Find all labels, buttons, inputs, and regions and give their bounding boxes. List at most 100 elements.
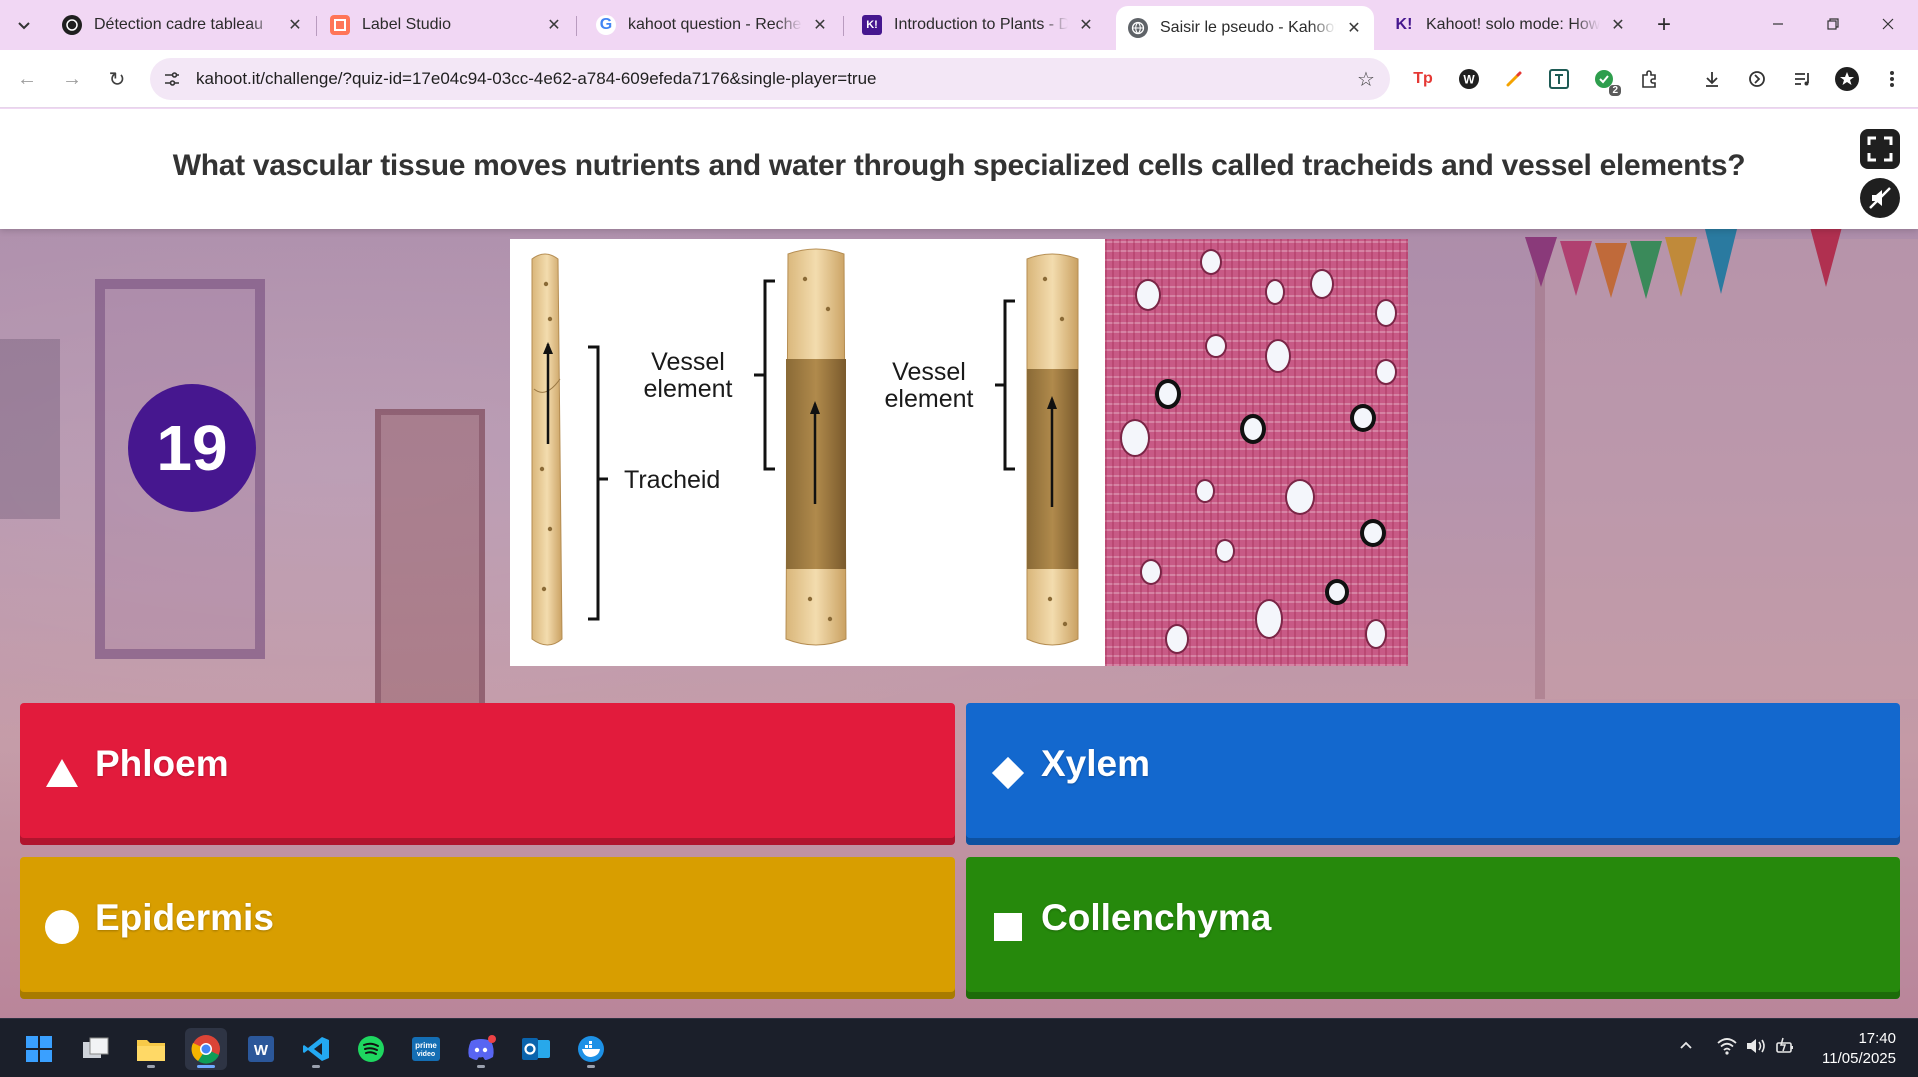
pore (1135, 279, 1161, 311)
pore (1195, 479, 1215, 503)
close-window-button[interactable] (1866, 6, 1910, 42)
tab-separator (316, 16, 317, 36)
back-button[interactable]: ← (12, 64, 42, 94)
prime-video-icon[interactable]: prime video (405, 1028, 447, 1070)
outlook-icon[interactable] (515, 1028, 557, 1070)
system-clock[interactable]: 17:40 11/05/2025 (1822, 1029, 1896, 1069)
question-number-badge: 19 (128, 384, 256, 512)
discord-icon[interactable] (460, 1028, 502, 1070)
clock-time: 17:40 (1858, 1030, 1896, 1047)
close-icon[interactable]: ✕ (810, 15, 830, 35)
windows-taskbar: W prime video 17:40 11/05/2025 (0, 1018, 1918, 1077)
answer-label: Phloem (95, 743, 229, 784)
kahoot-icon: K! (1395, 16, 1413, 33)
tab-separator (843, 16, 844, 36)
bunting-flag (1705, 229, 1737, 294)
minimize-button[interactable] (1756, 6, 1800, 42)
question-image: Tracheid Vessel element Vessel element (510, 239, 1408, 666)
openai-icon (62, 15, 82, 35)
download-icon[interactable] (1697, 64, 1727, 94)
url-text[interactable]: kahoot.it/challenge/?quiz-id=17e04c94-03… (196, 69, 877, 89)
show-hidden-icons-chevron-icon[interactable] (1678, 1037, 1694, 1058)
spotify-icon[interactable] (350, 1028, 392, 1070)
windows-start-icon[interactable] (18, 1028, 60, 1070)
close-icon[interactable]: ✕ (1608, 15, 1628, 35)
color-picker-extension-icon[interactable] (1499, 64, 1529, 94)
chrome-icon[interactable] (185, 1028, 227, 1070)
restore-button[interactable] (1811, 6, 1855, 42)
tab-intro-plants[interactable]: K! Introduction to Plants - Dé ✕ (850, 8, 1106, 42)
xylem-cells-diagram (531, 248, 1079, 646)
battery-charging-icon[interactable] (1775, 1037, 1797, 1060)
running-indicator (197, 1065, 215, 1068)
close-icon[interactable]: ✕ (1344, 18, 1364, 38)
bunting-flag (1525, 237, 1557, 287)
address-bar[interactable]: kahoot.it/challenge/?quiz-id=17e04c94-03… (150, 58, 1390, 100)
tab-search-button[interactable] (10, 11, 38, 39)
reload-button[interactable]: ↻ (102, 64, 132, 94)
diamond-icon (990, 755, 1026, 791)
pore (1375, 359, 1397, 385)
task-view-icon[interactable] (75, 1028, 117, 1070)
site-info-icon[interactable] (160, 67, 184, 91)
sound-muted-icon (1869, 187, 1891, 209)
close-icon[interactable]: ✕ (544, 15, 564, 35)
tab-separator (576, 16, 577, 36)
plus-icon: + (1656, 11, 1671, 38)
google-icon: G (596, 15, 616, 35)
forward-button[interactable]: → (57, 64, 87, 94)
pore (1240, 414, 1266, 444)
svg-text:W: W (254, 1042, 269, 1059)
more-menu-icon[interactable] (1877, 64, 1907, 94)
vessel-element-label: Vessel element (884, 358, 974, 413)
answer-collenchyma-button[interactable]: Collenchyma (966, 857, 1900, 999)
new-tab-button[interactable]: + (1650, 11, 1678, 39)
tab-google-search[interactable]: G kahoot question - Recherche ✕ (584, 8, 840, 42)
close-icon (1882, 18, 1894, 30)
performance-icon[interactable] (1742, 64, 1772, 94)
answer-label: Collenchyma (1041, 897, 1272, 938)
restore-icon (1827, 18, 1839, 30)
tab-label-studio[interactable]: Label Studio ✕ (318, 8, 574, 42)
background-board (0, 339, 60, 519)
label-studio-icon (330, 15, 350, 35)
tab-title: kahoot question - Recherche (628, 16, 802, 33)
mute-button[interactable] (1860, 178, 1900, 218)
docker-icon[interactable] (570, 1028, 612, 1070)
arrow-left-icon: ← (17, 67, 37, 90)
square-icon (990, 909, 1026, 945)
tab-title: Saisir le pseudo - Kahoot! (1160, 19, 1336, 36)
file-explorer-icon[interactable] (130, 1028, 172, 1070)
fullscreen-button[interactable] (1860, 129, 1900, 169)
tab-detection-cadre[interactable]: Détection cadre tableau ✕ (50, 8, 315, 42)
tab-saisir-pseudo[interactable]: Saisir le pseudo - Kahoot! ✕ (1116, 6, 1374, 50)
wifi-icon[interactable] (1716, 1037, 1738, 1060)
text-extension-icon[interactable] (1544, 64, 1574, 94)
tracheid-label: Tracheid (624, 466, 721, 494)
pore (1310, 269, 1334, 299)
w-extension-icon[interactable]: W (1454, 64, 1484, 94)
shield-extension-icon[interactable]: 2 (1589, 64, 1621, 96)
volume-icon[interactable] (1745, 1037, 1767, 1060)
tab-kahoot-solo[interactable]: K! Kahoot! solo mode: How to ✕ (1382, 8, 1638, 42)
answer-xylem-button[interactable]: Xylem (966, 703, 1900, 845)
pore (1360, 519, 1386, 547)
vscode-icon[interactable] (295, 1028, 337, 1070)
close-icon[interactable]: ✕ (285, 15, 305, 35)
bookmark-star-icon[interactable]: ☆ (1354, 67, 1378, 91)
tp-extension-icon[interactable]: Tp (1408, 64, 1438, 94)
tab-title: Kahoot! solo mode: How to (1426, 16, 1600, 33)
media-controls-icon[interactable] (1787, 64, 1817, 94)
answer-phloem-button[interactable]: Phloem (20, 703, 955, 845)
svg-text:W: W (1463, 73, 1475, 87)
tab-strip: Détection cadre tableau ✕ Label Studio ✕… (0, 0, 1918, 50)
bunting-flag (1810, 227, 1842, 287)
extensions-puzzle-icon[interactable] (1634, 64, 1664, 94)
pore (1350, 404, 1376, 432)
profile-avatar[interactable] (1832, 64, 1862, 94)
running-indicator (587, 1065, 595, 1068)
question-text: What vascular tissue moves nutrients and… (172, 149, 1746, 182)
word-icon[interactable]: W (240, 1028, 282, 1070)
close-icon[interactable]: ✕ (1076, 15, 1096, 35)
answer-epidermis-button[interactable]: Epidermis (20, 857, 955, 999)
